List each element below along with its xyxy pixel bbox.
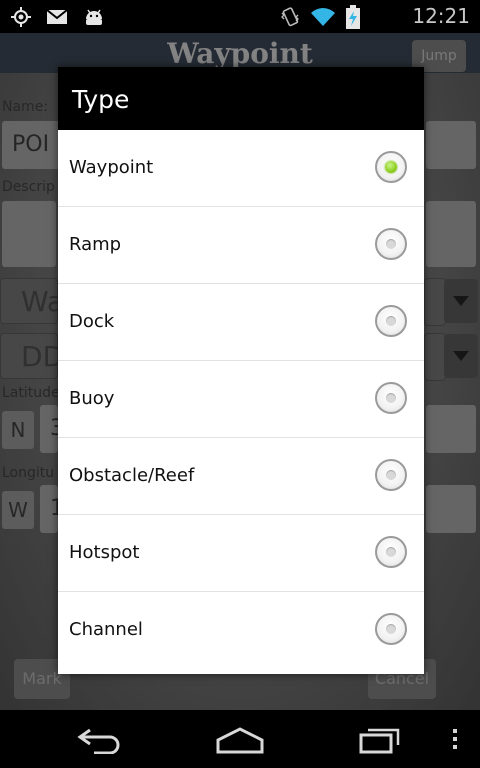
option-label: Waypoint bbox=[69, 157, 154, 178]
radio-unselected-icon[interactable] bbox=[375, 382, 407, 414]
navigation-bar bbox=[0, 710, 480, 768]
gps-icon bbox=[10, 6, 32, 32]
android-icon bbox=[82, 7, 106, 31]
option-label: Ramp bbox=[69, 234, 122, 255]
back-icon[interactable] bbox=[76, 724, 124, 758]
type-options-list: Waypoint Ramp Dock Buoy Obstacle/Reef Ho… bbox=[58, 130, 424, 669]
recent-apps-icon[interactable] bbox=[358, 724, 404, 758]
radio-unselected-icon[interactable] bbox=[375, 536, 407, 568]
option-label: Hotspot bbox=[69, 542, 140, 563]
menu-icon[interactable] bbox=[451, 728, 459, 754]
radio-unselected-icon[interactable] bbox=[375, 613, 407, 645]
type-dialog: Type Waypoint Ramp Dock Buoy Obstacle/Re… bbox=[58, 67, 424, 674]
option-label: Dock bbox=[69, 311, 115, 332]
status-clock: 12:21 bbox=[412, 4, 470, 28]
option-hotspot[interactable]: Hotspot bbox=[58, 515, 424, 592]
option-dock[interactable]: Dock bbox=[58, 284, 424, 361]
gmail-icon bbox=[46, 8, 68, 30]
option-label: Channel bbox=[69, 619, 143, 640]
dialog-title-bar: Type bbox=[58, 67, 424, 130]
option-label: Obstacle/Reef bbox=[69, 465, 195, 486]
option-waypoint[interactable]: Waypoint bbox=[58, 130, 424, 207]
battery-charging-icon bbox=[346, 5, 360, 33]
radio-unselected-icon[interactable] bbox=[375, 305, 407, 337]
radio-unselected-icon[interactable] bbox=[375, 459, 407, 491]
option-ramp[interactable]: Ramp bbox=[58, 207, 424, 284]
vibrate-icon bbox=[280, 6, 300, 32]
status-bar: 12:21 bbox=[0, 0, 480, 33]
option-buoy[interactable]: Buoy bbox=[58, 361, 424, 438]
radio-selected-icon[interactable] bbox=[375, 151, 407, 183]
option-label: Buoy bbox=[69, 388, 115, 409]
dialog-title: Type bbox=[72, 85, 130, 114]
wifi-icon bbox=[310, 7, 336, 31]
home-icon[interactable] bbox=[214, 726, 266, 758]
option-channel[interactable]: Channel bbox=[58, 592, 424, 669]
option-obstacle-reef[interactable]: Obstacle/Reef bbox=[58, 438, 424, 515]
radio-unselected-icon[interactable] bbox=[375, 228, 407, 260]
